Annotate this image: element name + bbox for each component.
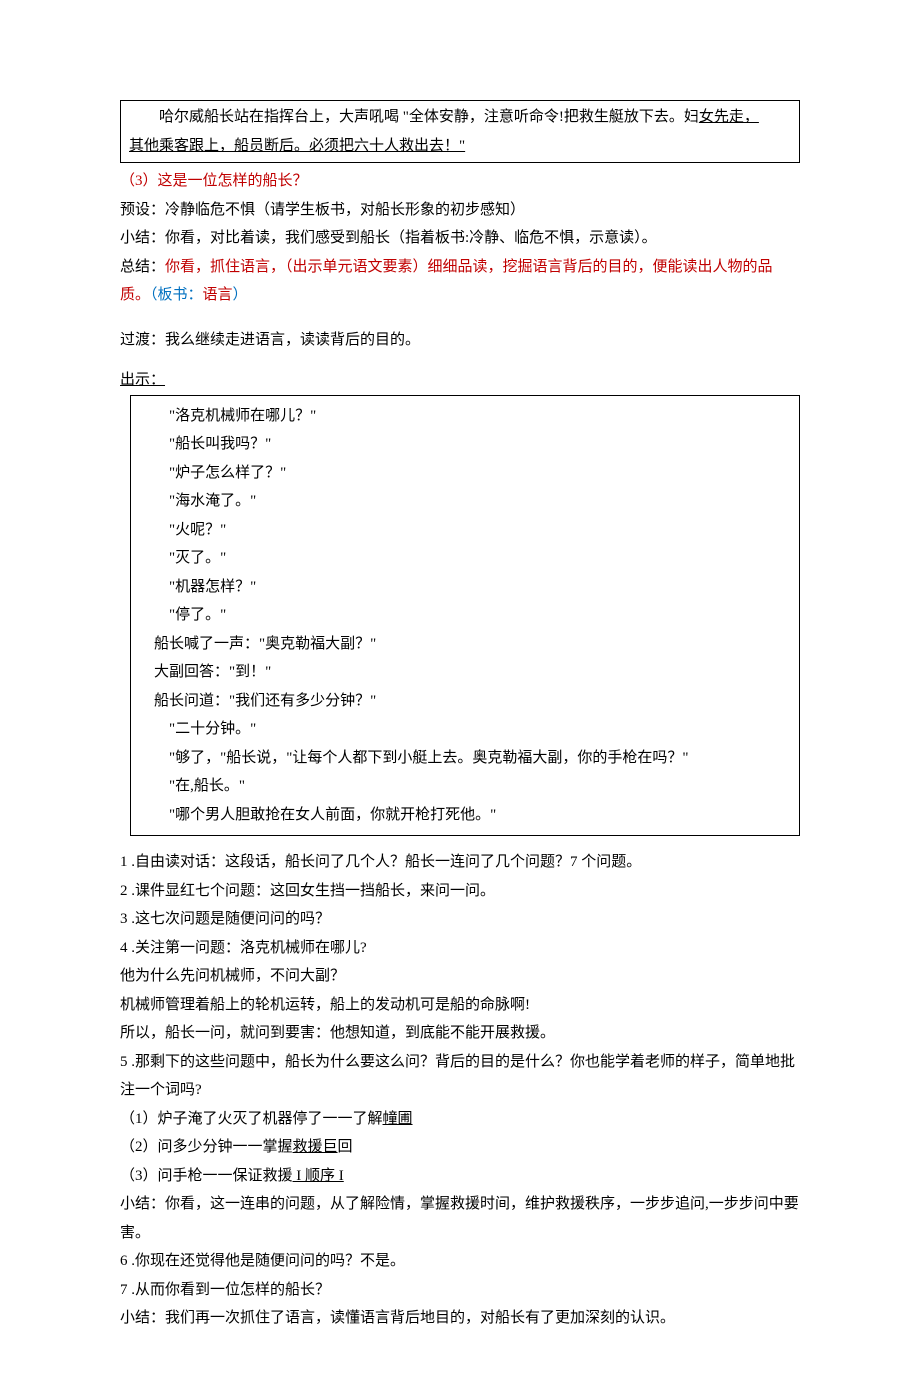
item-1: 1 .自由读对话：这段话，船长问了几个人？船长一连问了几个问题？7 个问题。 — [120, 848, 800, 877]
dlg-14: "在,船长。" — [139, 772, 791, 801]
quote-box-1: 哈尔威船长站在指挥台上，大声吼喝 "全体安静，注意听命令!把救生艇放下去。妇女先… — [120, 100, 800, 163]
show-label: 出示： — [120, 366, 800, 395]
item-6: 6 .你现在还觉得他是随便问问的吗？不是。 — [120, 1247, 800, 1276]
item-2: 2 .课件显红七个问题：这回女生挡一挡船长，来问一问。 — [120, 877, 800, 906]
box1-line1: 哈尔威船长站在指挥台上，大声吼喝 "全体安静，注意听命令!把救生艇放下去。妇女先… — [129, 103, 791, 132]
i5-1a: （1）炉子淹了火灭了机器停了一一了解 — [120, 1111, 383, 1127]
summary-1: 小结：你看，对比着读，我们感受到船长（指着板书:冷静、临危不惧，示意读）。 — [120, 224, 800, 253]
question-3: （3）这是一位怎样的船长？ — [120, 167, 800, 196]
item-4a: 他为什么先问机械师，不问大副？ — [120, 962, 800, 991]
dlg-12: "二十分钟。" — [139, 715, 791, 744]
i5-3b: I 顺序 I — [293, 1168, 344, 1184]
dlg-1: "洛克机械师在哪儿？" — [139, 402, 791, 431]
summary-3: 小结：我们再一次抓住了语言，读懂语言背后地目的，对船长有了更加深刻的认识。 — [120, 1304, 800, 1333]
conclusion-blue1: （板书： — [150, 287, 203, 303]
document-page: 哈尔威船长站在指挥台上，大声吼喝 "全体安静，注意听命令!把救生艇放下去。妇女先… — [0, 0, 920, 1393]
conclusion: 总结：你看，抓住语言，（出示单元语文要素）细细品读，挖掘语言背后的目的，便能读出… — [120, 253, 800, 310]
dlg-10: 大副回答："到！" — [139, 658, 791, 687]
i5-3a: （3）问手枪一一保证救援 — [120, 1168, 293, 1184]
dlg-3: "炉子怎么样了？" — [139, 459, 791, 488]
item-5-1: （1）炉子淹了火灭了机器停了一一了解幢圃 — [120, 1105, 800, 1134]
summary-2: 小结：你看，这一连串的问题，从了解险情，掌握救援时间，维护救援秩序，一步步追问,… — [120, 1190, 800, 1247]
dlg-11: 船长问道："我们还有多少分钟？" — [139, 687, 791, 716]
dlg-15: "哪个男人胆敢抢在女人前面，你就开枪打死他。" — [139, 801, 791, 830]
i5-2c: 回 — [338, 1139, 353, 1155]
dialogue-box: "洛克机械师在哪儿？" "船长叫我吗？" "炉子怎么样了？" "海水淹了。" "… — [130, 395, 800, 837]
conclusion-word: 语言 — [203, 287, 233, 303]
item-5: 5 .那剩下的这些问题中，船长为什么要这么问？背后的目的是什么？你也能学着老师的… — [120, 1048, 800, 1105]
box1-prefix: 哈尔威船长站在指挥台上，大声吼喝 "全体安静，注意听命令!把救生艇放下去。妇 — [159, 109, 699, 125]
dlg-9: 船长喊了一声："奥克勒福大副？" — [139, 630, 791, 659]
preset-line: 预设：冷静临危不惧（请学生板书，对船长形象的初步感知） — [120, 196, 800, 225]
dlg-7: "机器怎样？" — [139, 573, 791, 602]
dlg-13: "够了，"船长说，"让每个人都下到小艇上去。奥克勒福大副，你的手枪在吗？" — [139, 744, 791, 773]
dlg-5: "火呢？" — [139, 516, 791, 545]
item-5-3: （3）问手枪一一保证救援 I 顺序 I — [120, 1162, 800, 1191]
transition: 过渡：我么继续走进语言，读读背后的目的。 — [120, 326, 800, 355]
i5-2b: 救援巨 — [293, 1139, 338, 1155]
item-3: 3 .这七次问题是随便问问的吗？ — [120, 905, 800, 934]
dlg-2: "船长叫我吗？" — [139, 430, 791, 459]
item-4: 4 .关注第一问题：洛克机械师在哪儿? — [120, 934, 800, 963]
box1-line2: 其他乘客跟上，船员断后。必须把六十人救出去！" — [129, 132, 791, 161]
conclusion-blue2: ） — [233, 287, 248, 303]
item-4b: 机械师管理着船上的轮机运转，船上的发动机可是船的命脉啊! — [120, 991, 800, 1020]
box1-underline2: 其他乘客跟上，船员断后。必须把六十人救出去！" — [129, 138, 465, 154]
i5-1b: 幢圃 — [383, 1111, 413, 1127]
i5-2a: （2）问多少分钟一一掌握 — [120, 1139, 293, 1155]
conclusion-label: 总结： — [120, 259, 165, 275]
dlg-6: "灭了。" — [139, 544, 791, 573]
dlg-8: "停了。" — [139, 601, 791, 630]
item-4c: 所以，船长一问，就问到要害：他想知道，到底能不能开展救援。 — [120, 1019, 800, 1048]
item-7: 7 .从而你看到一位怎样的船长？ — [120, 1276, 800, 1305]
dlg-4: "海水淹了。" — [139, 487, 791, 516]
box1-underline1: 女先走， — [699, 109, 759, 125]
item-5-2: （2）问多少分钟一一掌握救援巨回 — [120, 1133, 800, 1162]
